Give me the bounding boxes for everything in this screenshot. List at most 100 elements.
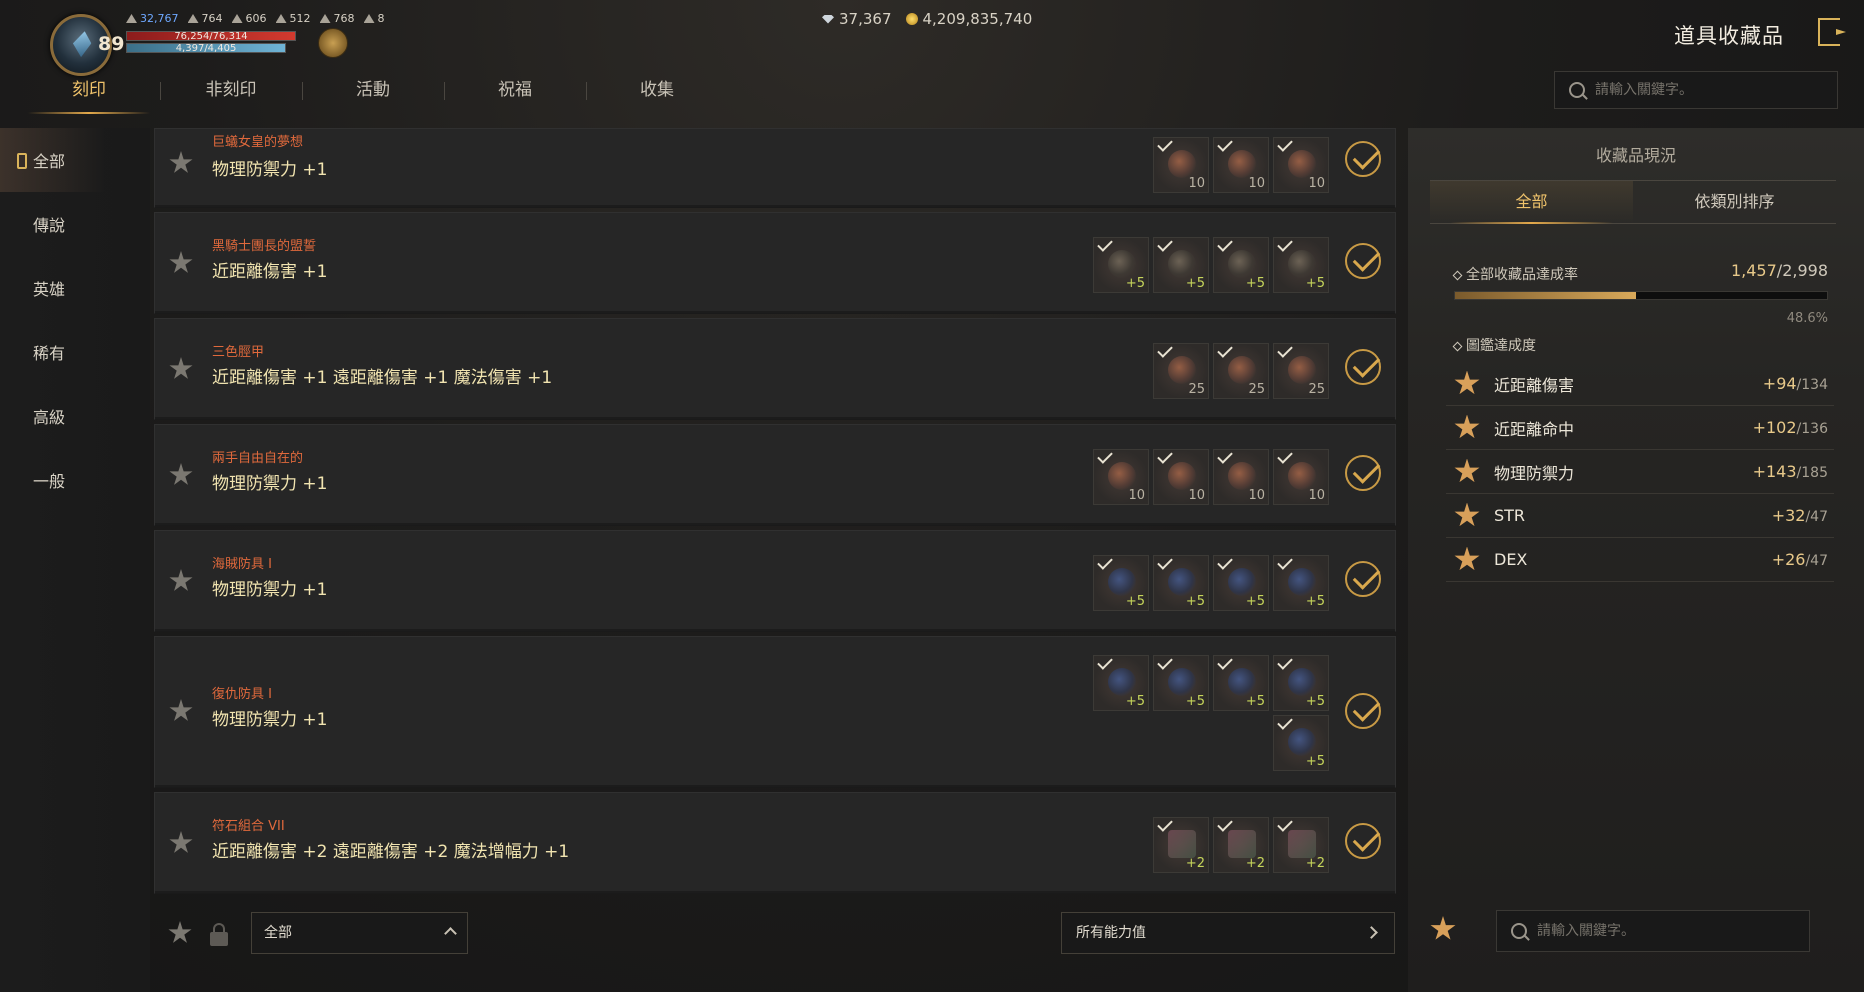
guild-emblem-icon[interactable] xyxy=(318,28,348,58)
window-title: 道具收藏品 xyxy=(1674,24,1784,48)
check-icon xyxy=(1277,714,1293,730)
wing-icon xyxy=(363,14,375,23)
item-slot[interactable]: 10 xyxy=(1153,448,1209,505)
stat-value: 512 xyxy=(289,12,311,25)
tab-engraved[interactable]: 刻印 xyxy=(18,70,160,114)
slot-count: 25 xyxy=(1308,382,1325,397)
tab-blessing[interactable]: 祝福 xyxy=(444,70,586,114)
slot-count: 10 xyxy=(1128,488,1145,503)
codex-row: DEX +26/47 xyxy=(1446,538,1834,582)
complete-check-icon[interactable] xyxy=(1345,349,1381,385)
slot-count: +5 xyxy=(1245,276,1265,291)
item-slot[interactable]: 10 xyxy=(1093,448,1149,505)
complete-check-icon[interactable] xyxy=(1345,693,1381,729)
check-icon xyxy=(1277,342,1293,358)
codex-value: +94 xyxy=(1762,374,1797,393)
sidebar-item-heroic[interactable]: 英雄 xyxy=(0,256,150,320)
item-slot[interactable]: +5 xyxy=(1093,554,1149,611)
tab-status-all[interactable]: 全部 xyxy=(1430,181,1633,224)
item-slots: +2 +2 +2 xyxy=(1149,816,1329,873)
complete-check-icon[interactable] xyxy=(1345,455,1381,491)
item-slot[interactable]: 25 xyxy=(1213,342,1269,399)
complete-check-icon[interactable] xyxy=(1345,243,1381,279)
item-slots: 10 10 10 10 xyxy=(1089,448,1329,505)
item-slot[interactable]: +5 xyxy=(1153,654,1209,711)
boots-icon xyxy=(1288,250,1316,278)
diamond-icon xyxy=(1452,341,1463,352)
item-slot[interactable]: +5 xyxy=(1213,236,1269,293)
item-slot[interactable]: +5 xyxy=(1153,236,1209,293)
sidebar-item-all[interactable]: 全部 xyxy=(0,128,150,192)
slot-count: +5 xyxy=(1185,594,1205,609)
armor-icon xyxy=(1168,568,1196,596)
grade-dropdown[interactable]: 全部 xyxy=(251,912,468,954)
item-slot[interactable]: +5 xyxy=(1093,654,1149,711)
tab-non-engraved[interactable]: 非刻印 xyxy=(160,70,302,114)
top-search-box xyxy=(1554,71,1838,109)
sidebar-item-rare[interactable]: 稀有 xyxy=(0,320,150,384)
item-slot[interactable]: +2 xyxy=(1153,816,1209,873)
star-icon xyxy=(1454,546,1480,571)
item-slot[interactable]: +2 xyxy=(1273,816,1329,873)
codex-row: 近距離命中 +102/136 xyxy=(1446,406,1834,450)
item-slot[interactable]: +5 xyxy=(1273,554,1329,611)
item-slot[interactable]: 10 xyxy=(1213,136,1269,193)
helmet-icon xyxy=(1108,568,1136,596)
sidebar-item-advanced[interactable]: 高級 xyxy=(0,384,150,448)
sidebar-item-legendary[interactable]: 傳說 xyxy=(0,192,150,256)
item-slots: 25 25 25 xyxy=(1149,342,1329,399)
collection-row: 海賊防具 I 物理防禦力 +1 +5 +5 +5 +5 xyxy=(154,530,1396,632)
crystal-icon xyxy=(70,29,93,58)
item-slot[interactable]: +5 xyxy=(1273,714,1329,771)
collection-title: 海賊防具 I xyxy=(212,557,272,572)
item-slot[interactable]: 10 xyxy=(1153,136,1209,193)
item-slot[interactable]: +2 xyxy=(1213,816,1269,873)
slot-count: 25 xyxy=(1248,382,1265,397)
total-rate-text: 全部收藏品達成率 xyxy=(1466,267,1578,283)
codex-stat-name: DEX xyxy=(1494,550,1528,569)
slot-count: 25 xyxy=(1188,382,1205,397)
item-slot[interactable]: +5 xyxy=(1273,236,1329,293)
hud: 89 32,767 764 606 512 768 8 76,254/76,31… xyxy=(0,0,1864,76)
item-slot[interactable]: 25 xyxy=(1153,342,1209,399)
favorite-star-icon[interactable] xyxy=(169,463,193,485)
collection-list[interactable]: 巨蟻女皇的夢想 物理防禦力 +1 10 10 10 黑騎士團長的盟誓 近距離傷害… xyxy=(154,128,1396,898)
codex-stat-name: 近距離命中 xyxy=(1494,419,1575,439)
favorite-star-icon[interactable] xyxy=(169,699,193,721)
item-slot[interactable]: 10 xyxy=(1213,448,1269,505)
codex-search-input[interactable] xyxy=(1537,923,1757,939)
lock-icon[interactable] xyxy=(210,923,228,946)
check-icon xyxy=(1217,342,1233,358)
item-slot[interactable]: 25 xyxy=(1273,342,1329,399)
character-level: 89 xyxy=(98,33,125,55)
tab-collection[interactable]: 收集 xyxy=(586,70,728,114)
item-slot[interactable]: 10 xyxy=(1273,136,1329,193)
slot-count: +5 xyxy=(1125,594,1145,609)
exit-icon[interactable] xyxy=(1818,18,1840,46)
complete-check-icon[interactable] xyxy=(1345,823,1381,859)
tab-status-by-category[interactable]: 依類別排序 xyxy=(1633,181,1836,223)
favorite-star-icon[interactable] xyxy=(169,357,193,379)
slot-count: +5 xyxy=(1185,694,1205,709)
item-slot[interactable]: +5 xyxy=(1213,554,1269,611)
item-slot[interactable]: 10 xyxy=(1273,448,1329,505)
check-icon xyxy=(1097,448,1113,464)
top-search-input[interactable] xyxy=(1595,82,1815,98)
favorite-filter-star-icon[interactable] xyxy=(168,921,192,943)
favorite-star-icon[interactable] xyxy=(169,831,193,853)
codex-favorite-star-icon[interactable] xyxy=(1430,916,1456,940)
item-slot[interactable]: +5 xyxy=(1093,236,1149,293)
complete-check-icon[interactable] xyxy=(1345,561,1381,597)
favorite-star-icon[interactable] xyxy=(169,251,193,273)
item-slot[interactable]: +5 xyxy=(1153,554,1209,611)
codex-row: 物理防禦力 +143/185 xyxy=(1446,450,1834,494)
collection-effect: 近距離傷害 +1 遠距離傷害 +1 魔法傷害 +1 xyxy=(212,368,553,388)
sidebar-item-normal[interactable]: 一般 xyxy=(0,448,150,512)
complete-check-icon[interactable] xyxy=(1345,141,1381,177)
favorite-star-icon[interactable] xyxy=(169,151,193,173)
item-slot[interactable]: +5 xyxy=(1273,654,1329,711)
item-slot[interactable]: +5 xyxy=(1213,654,1269,711)
favorite-star-icon[interactable] xyxy=(169,569,193,591)
tab-event[interactable]: 活動 xyxy=(302,70,444,114)
stat-filter-button[interactable]: 所有能力值 xyxy=(1061,912,1395,954)
